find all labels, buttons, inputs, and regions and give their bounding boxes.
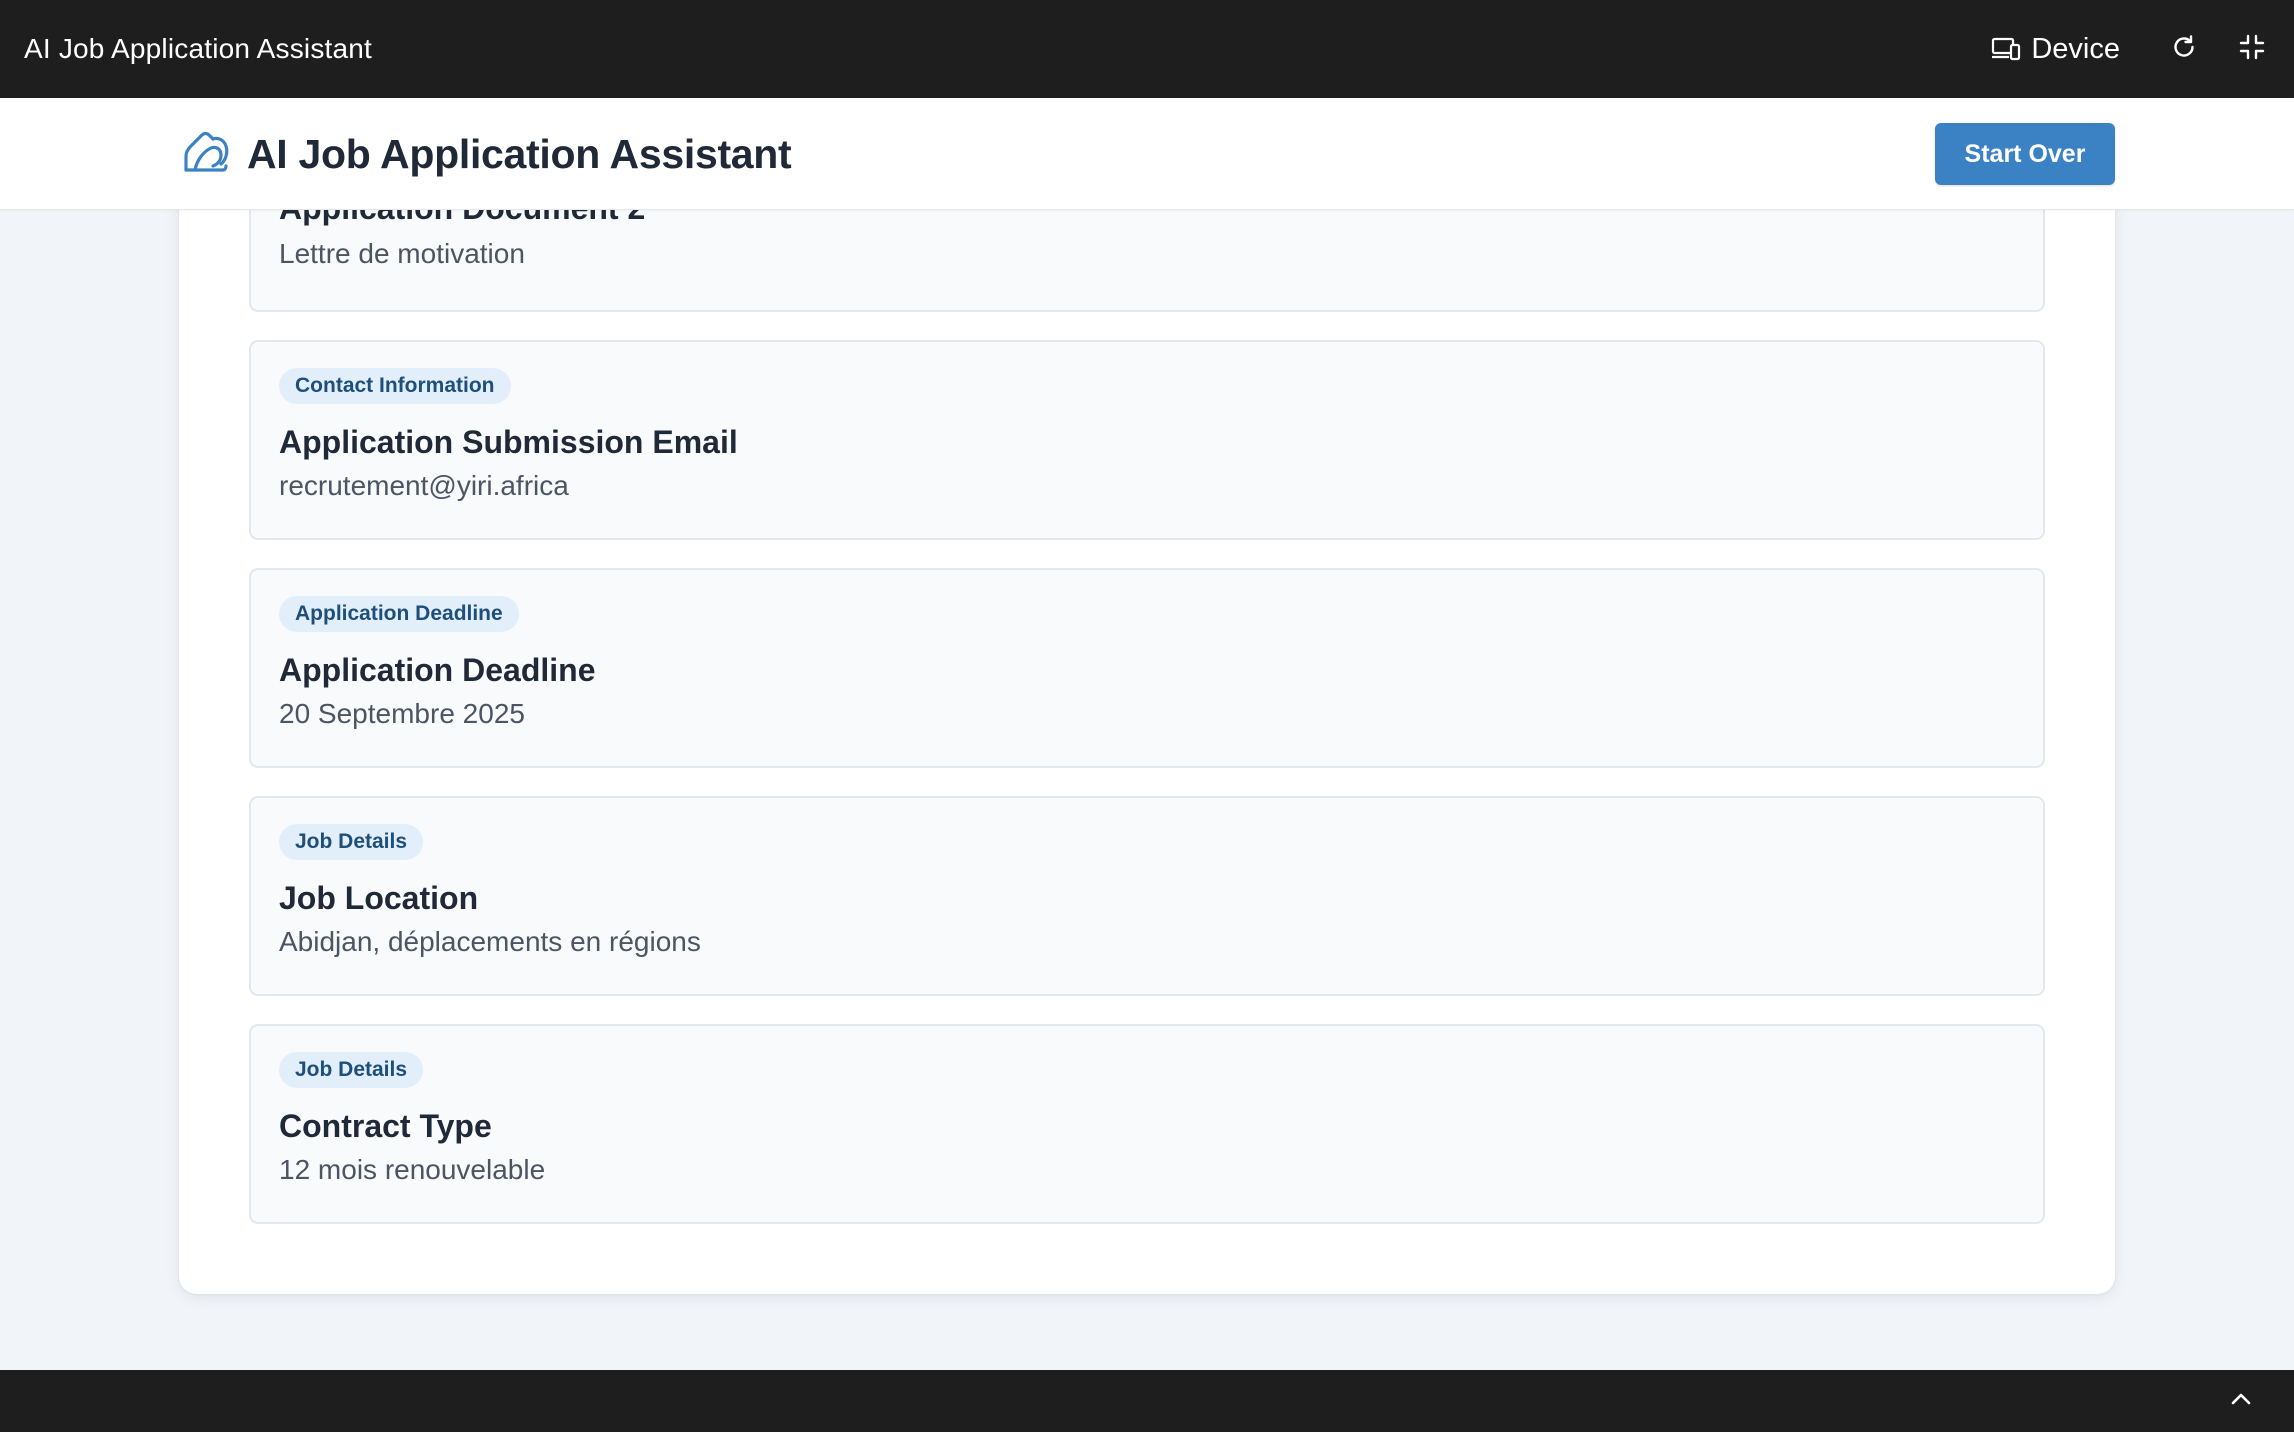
bottom-bar [0, 1370, 2294, 1432]
result-item-value: Abidjan, déplacements en régions [279, 926, 701, 957]
exit-fullscreen-button[interactable] [2234, 31, 2270, 67]
brand: AI Job Application Assistant [183, 98, 792, 210]
result-item-title: Contract Type [279, 1108, 492, 1144]
refresh-button[interactable] [2166, 31, 2202, 67]
scroll-up-button[interactable] [2224, 1384, 2258, 1418]
chevron-up-icon [2230, 1392, 2252, 1411]
toolbar-actions: Device [1991, 31, 2270, 67]
mountain-logo-icon [183, 130, 229, 179]
result-item: Job Details Contract Type 12 mois renouv… [249, 1024, 2045, 1224]
device-icon [1991, 36, 2021, 62]
category-badge: Application Deadline [279, 596, 519, 632]
results-card: Application Document 2 Lettre de motivat… [179, 150, 2115, 1294]
result-item-title: Application Deadline [279, 652, 596, 688]
result-item-value: 20 Septembre 2025 [279, 698, 525, 729]
device-label: Device [2031, 32, 2120, 65]
start-over-button[interactable]: Start Over [1935, 123, 2115, 185]
window-title: AI Job Application Assistant [24, 33, 373, 64]
device-button[interactable]: Device [1991, 33, 2120, 66]
category-badge: Job Details [279, 824, 424, 860]
preview-toolbar: AI Job Application Assistant Device [0, 0, 2294, 98]
result-item-value: Lettre de motivation [279, 238, 525, 269]
result-item-title: Application Submission Email [279, 424, 738, 460]
result-item: Job Details Job Location Abidjan, déplac… [249, 796, 2045, 996]
page-title: AI Job Application Assistant [247, 130, 792, 177]
result-item: Application Deadline Application Deadlin… [249, 568, 2045, 768]
app-header: AI Job Application Assistant Start Over [0, 98, 2294, 210]
category-badge: Contact Information [279, 368, 511, 404]
result-item-title: Job Location [279, 880, 479, 916]
exit-fullscreen-icon [2238, 33, 2266, 66]
result-item-value: 12 mois renouvelable [279, 1154, 546, 1185]
result-item-value: recrutement@yiri.africa [279, 470, 569, 501]
category-badge: Job Details [279, 1052, 424, 1088]
refresh-icon [2170, 33, 2198, 66]
result-item: Contact Information Application Submissi… [249, 340, 2045, 540]
